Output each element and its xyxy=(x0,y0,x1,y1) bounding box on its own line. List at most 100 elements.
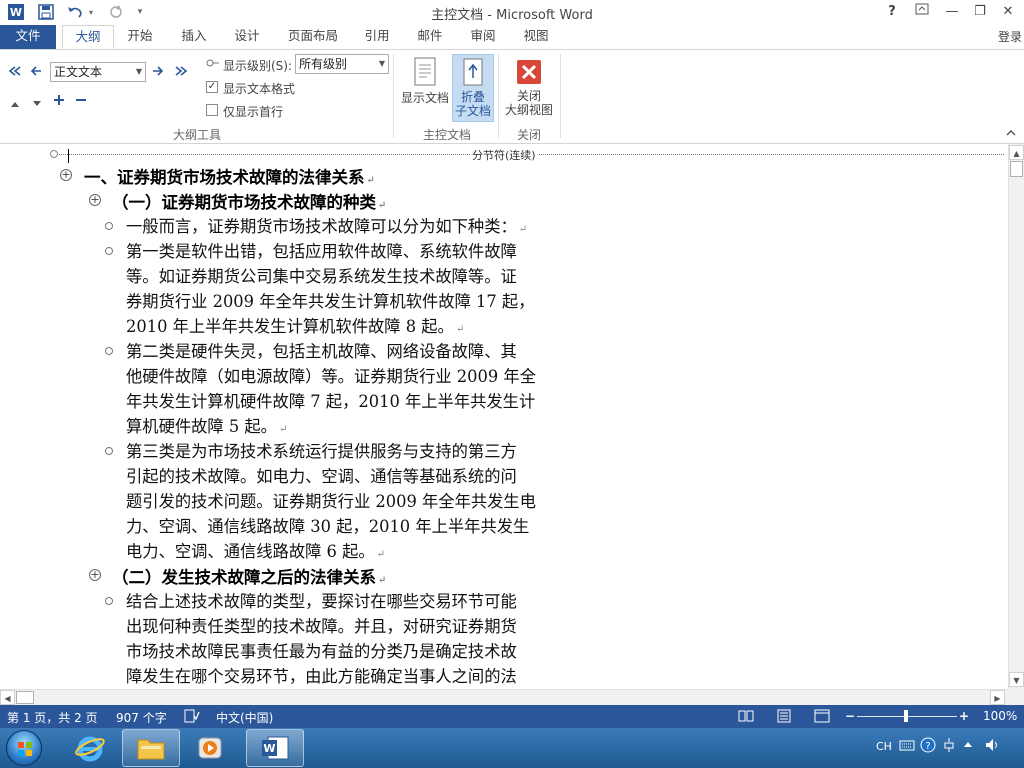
page-count[interactable]: 第 1 页，共 2 页 xyxy=(7,709,98,726)
collapse-subdocuments-button[interactable]: 折叠 子文档 xyxy=(452,54,494,122)
tab-insert[interactable]: 插入 xyxy=(172,25,216,49)
restore-icon[interactable]: ❐ xyxy=(968,2,992,22)
close-red-icon xyxy=(514,57,544,87)
body-text-bullet-icon[interactable] xyxy=(105,347,113,355)
show-level-select[interactable]: 所有级别 ▼ xyxy=(295,54,389,74)
show-first-line-only-label: 仅显示首行 xyxy=(223,105,284,119)
paragraph-line: 年共发生计算机硬件故障 7 起，2010 年上半年共发生计 xyxy=(126,392,536,411)
paragraph-line: 第一类是软件出错，包括应用软件故障、系统软件故障 xyxy=(126,242,517,261)
horizontal-scrollbar[interactable]: ◀ ▶ xyxy=(0,689,1008,705)
close-outline-view-button[interactable]: 关闭 大纲视图 xyxy=(502,54,556,122)
outline-expand-icon[interactable]: + xyxy=(60,169,72,181)
help-tray-icon[interactable]: ? xyxy=(920,737,936,756)
show-text-format-checkbox[interactable]: ✓ xyxy=(206,81,218,93)
outline-expand-icon[interactable]: + xyxy=(89,569,101,581)
paragraph-line: 等。如证券期货公司集中交易系统发生技术故障等。证 xyxy=(126,267,517,286)
zoom-out-button[interactable]: − xyxy=(845,709,855,723)
paragraph-mark-icon: ↵ xyxy=(278,424,288,435)
outline-level-select[interactable]: 正文文本 ▼ xyxy=(50,62,146,82)
vertical-scrollbar[interactable]: ▲ ▼ xyxy=(1008,144,1024,689)
paragraph-line: 算机硬件故障 5 起。 ↵ xyxy=(126,414,596,439)
tab-mailings[interactable]: 邮件 xyxy=(408,25,452,49)
tab-references[interactable]: 引用 xyxy=(355,25,399,49)
vertical-scroll-thumb[interactable] xyxy=(1010,161,1023,177)
web-layout-icon[interactable] xyxy=(814,709,830,726)
tab-home[interactable]: 开始 xyxy=(118,25,162,49)
taskbar-ie-icon[interactable] xyxy=(62,729,118,767)
move-up-icon[interactable] xyxy=(10,97,20,111)
proofing-icon[interactable] xyxy=(184,709,200,726)
show-document-label: 显示文档 xyxy=(400,91,449,105)
body-paragraph: 一般而言，证券期货市场技术故障可以分为如下种类： ↵ xyxy=(126,214,596,239)
document-area[interactable]: 分节符(连续) + 一、证券期货市场技术故障的法律关系 ↵ + （一）证券期货市场… xyxy=(0,144,1008,689)
keyboard-icon[interactable] xyxy=(899,738,915,755)
body-text-bullet-icon[interactable] xyxy=(105,222,113,230)
word-count[interactable]: 907 个字 xyxy=(116,709,167,726)
body-paragraph: 第一类是软件出错，包括应用软件故障、系统软件故障 等。如证券期货公司集中交易系统… xyxy=(126,239,596,339)
paragraph-mark-icon: ↵ xyxy=(376,549,386,560)
paragraph-line-text: 算机硬件故障 5 起。 xyxy=(126,417,277,436)
input-language-indicator[interactable]: CH xyxy=(876,740,892,753)
promote-to-heading1-icon[interactable] xyxy=(8,65,22,80)
scroll-left-icon[interactable]: ◀ xyxy=(0,690,15,705)
master-document-group-label: 主控文档 xyxy=(422,128,471,142)
zoom-in-button[interactable]: + xyxy=(959,709,969,723)
scroll-up-icon[interactable]: ▲ xyxy=(1009,145,1024,160)
tab-page-layout[interactable]: 页面布局 xyxy=(280,25,346,49)
minimize-icon[interactable]: — xyxy=(940,2,964,22)
print-layout-icon[interactable] xyxy=(776,709,792,726)
paragraph-line: 障发生在哪个交易环节，由此方能确定当事人之间的法 xyxy=(126,667,517,686)
sign-in-link[interactable]: 登录 xyxy=(998,28,1022,45)
body-text-bullet-icon[interactable] xyxy=(105,247,113,255)
volume-icon[interactable] xyxy=(985,738,1001,755)
close-icon[interactable]: ✕ xyxy=(996,2,1020,22)
heading-2: （一）证券期货市场技术故障的种类 ↵ xyxy=(112,189,386,213)
body-text-bullet-icon[interactable] xyxy=(105,447,113,455)
taskbar-media-player-icon[interactable] xyxy=(182,729,238,767)
read-mode-icon[interactable] xyxy=(738,709,754,726)
outline-tools-group-label: 大纲工具 xyxy=(172,128,221,142)
show-hidden-icons-icon[interactable] xyxy=(963,739,973,752)
outline-expand-icon[interactable]: + xyxy=(89,194,101,206)
body-paragraph: 结合上述技术故障的类型，要探讨在哪些交易环节可能 出现何种责任类型的技术故障。并… xyxy=(126,589,596,689)
body-text-bullet-icon[interactable] xyxy=(105,597,113,605)
taskbar-explorer-icon[interactable] xyxy=(122,729,180,767)
collapse-icon[interactable] xyxy=(76,94,86,108)
scrollbar-corner xyxy=(1008,689,1024,705)
promote-icon[interactable] xyxy=(30,65,42,80)
expand-icon[interactable] xyxy=(54,94,64,108)
paragraph-line: 结合上述技术故障的类型，要探讨在哪些交易环节可能 xyxy=(126,592,517,611)
paragraph-line: 一般而言，证券期货市场技术故障可以分为如下种类： ↵ xyxy=(126,214,596,239)
paragraph-line: 市场技术故障民事责任最为有益的分类乃是确定技术故 xyxy=(126,642,517,661)
taskbar-word-icon[interactable]: W xyxy=(246,729,304,767)
move-down-icon[interactable] xyxy=(32,97,42,111)
language-indicator[interactable]: 中文(中国) xyxy=(216,709,273,726)
scroll-right-icon[interactable]: ▶ xyxy=(990,690,1005,705)
ribbon-display-options-icon[interactable] xyxy=(910,2,934,22)
show-document-button[interactable]: 显示文档 xyxy=(400,54,450,122)
paragraph-mark-icon: ↵ xyxy=(378,200,387,211)
tab-review[interactable]: 审阅 xyxy=(461,25,505,49)
horizontal-scroll-thumb[interactable] xyxy=(16,691,34,704)
demote-icon[interactable] xyxy=(152,65,164,80)
heading-2: （二）发生技术故障之后的法律关系 ↵ xyxy=(112,564,386,588)
paragraph-line-text: 一般而言，证券期货市场技术故障可以分为如下种类： xyxy=(126,217,517,236)
tray-settings-icon[interactable] xyxy=(942,737,956,756)
demote-to-body-text-icon[interactable] xyxy=(174,65,188,80)
paragraph-line: 出现何种责任类型的技术故障。并且，对研究证券期货 xyxy=(126,617,517,636)
zoom-level[interactable]: 100% xyxy=(983,709,1017,723)
tab-file[interactable]: 文件 xyxy=(0,25,56,49)
help-button[interactable]: ? xyxy=(880,2,904,22)
group-divider xyxy=(560,54,561,138)
scroll-down-icon[interactable]: ▼ xyxy=(1009,672,1024,687)
show-first-line-only-checkbox[interactable] xyxy=(206,104,218,116)
zoom-slider-thumb[interactable] xyxy=(904,710,908,722)
section-break-label: 分节符(连续) xyxy=(470,147,538,163)
tab-view[interactable]: 视图 xyxy=(514,25,558,49)
paragraph-line: 题引发的技术问题。证券期货行业 2009 年全年共发生电 xyxy=(126,492,536,511)
start-button[interactable] xyxy=(6,730,42,766)
tab-design[interactable]: 设计 xyxy=(225,25,269,49)
paragraph-line: 电力、空调、通信线路故障 6 起。 ↵ xyxy=(126,539,596,564)
tab-outline[interactable]: 大纲 xyxy=(62,25,114,49)
collapse-ribbon-icon[interactable] xyxy=(1006,128,1016,139)
